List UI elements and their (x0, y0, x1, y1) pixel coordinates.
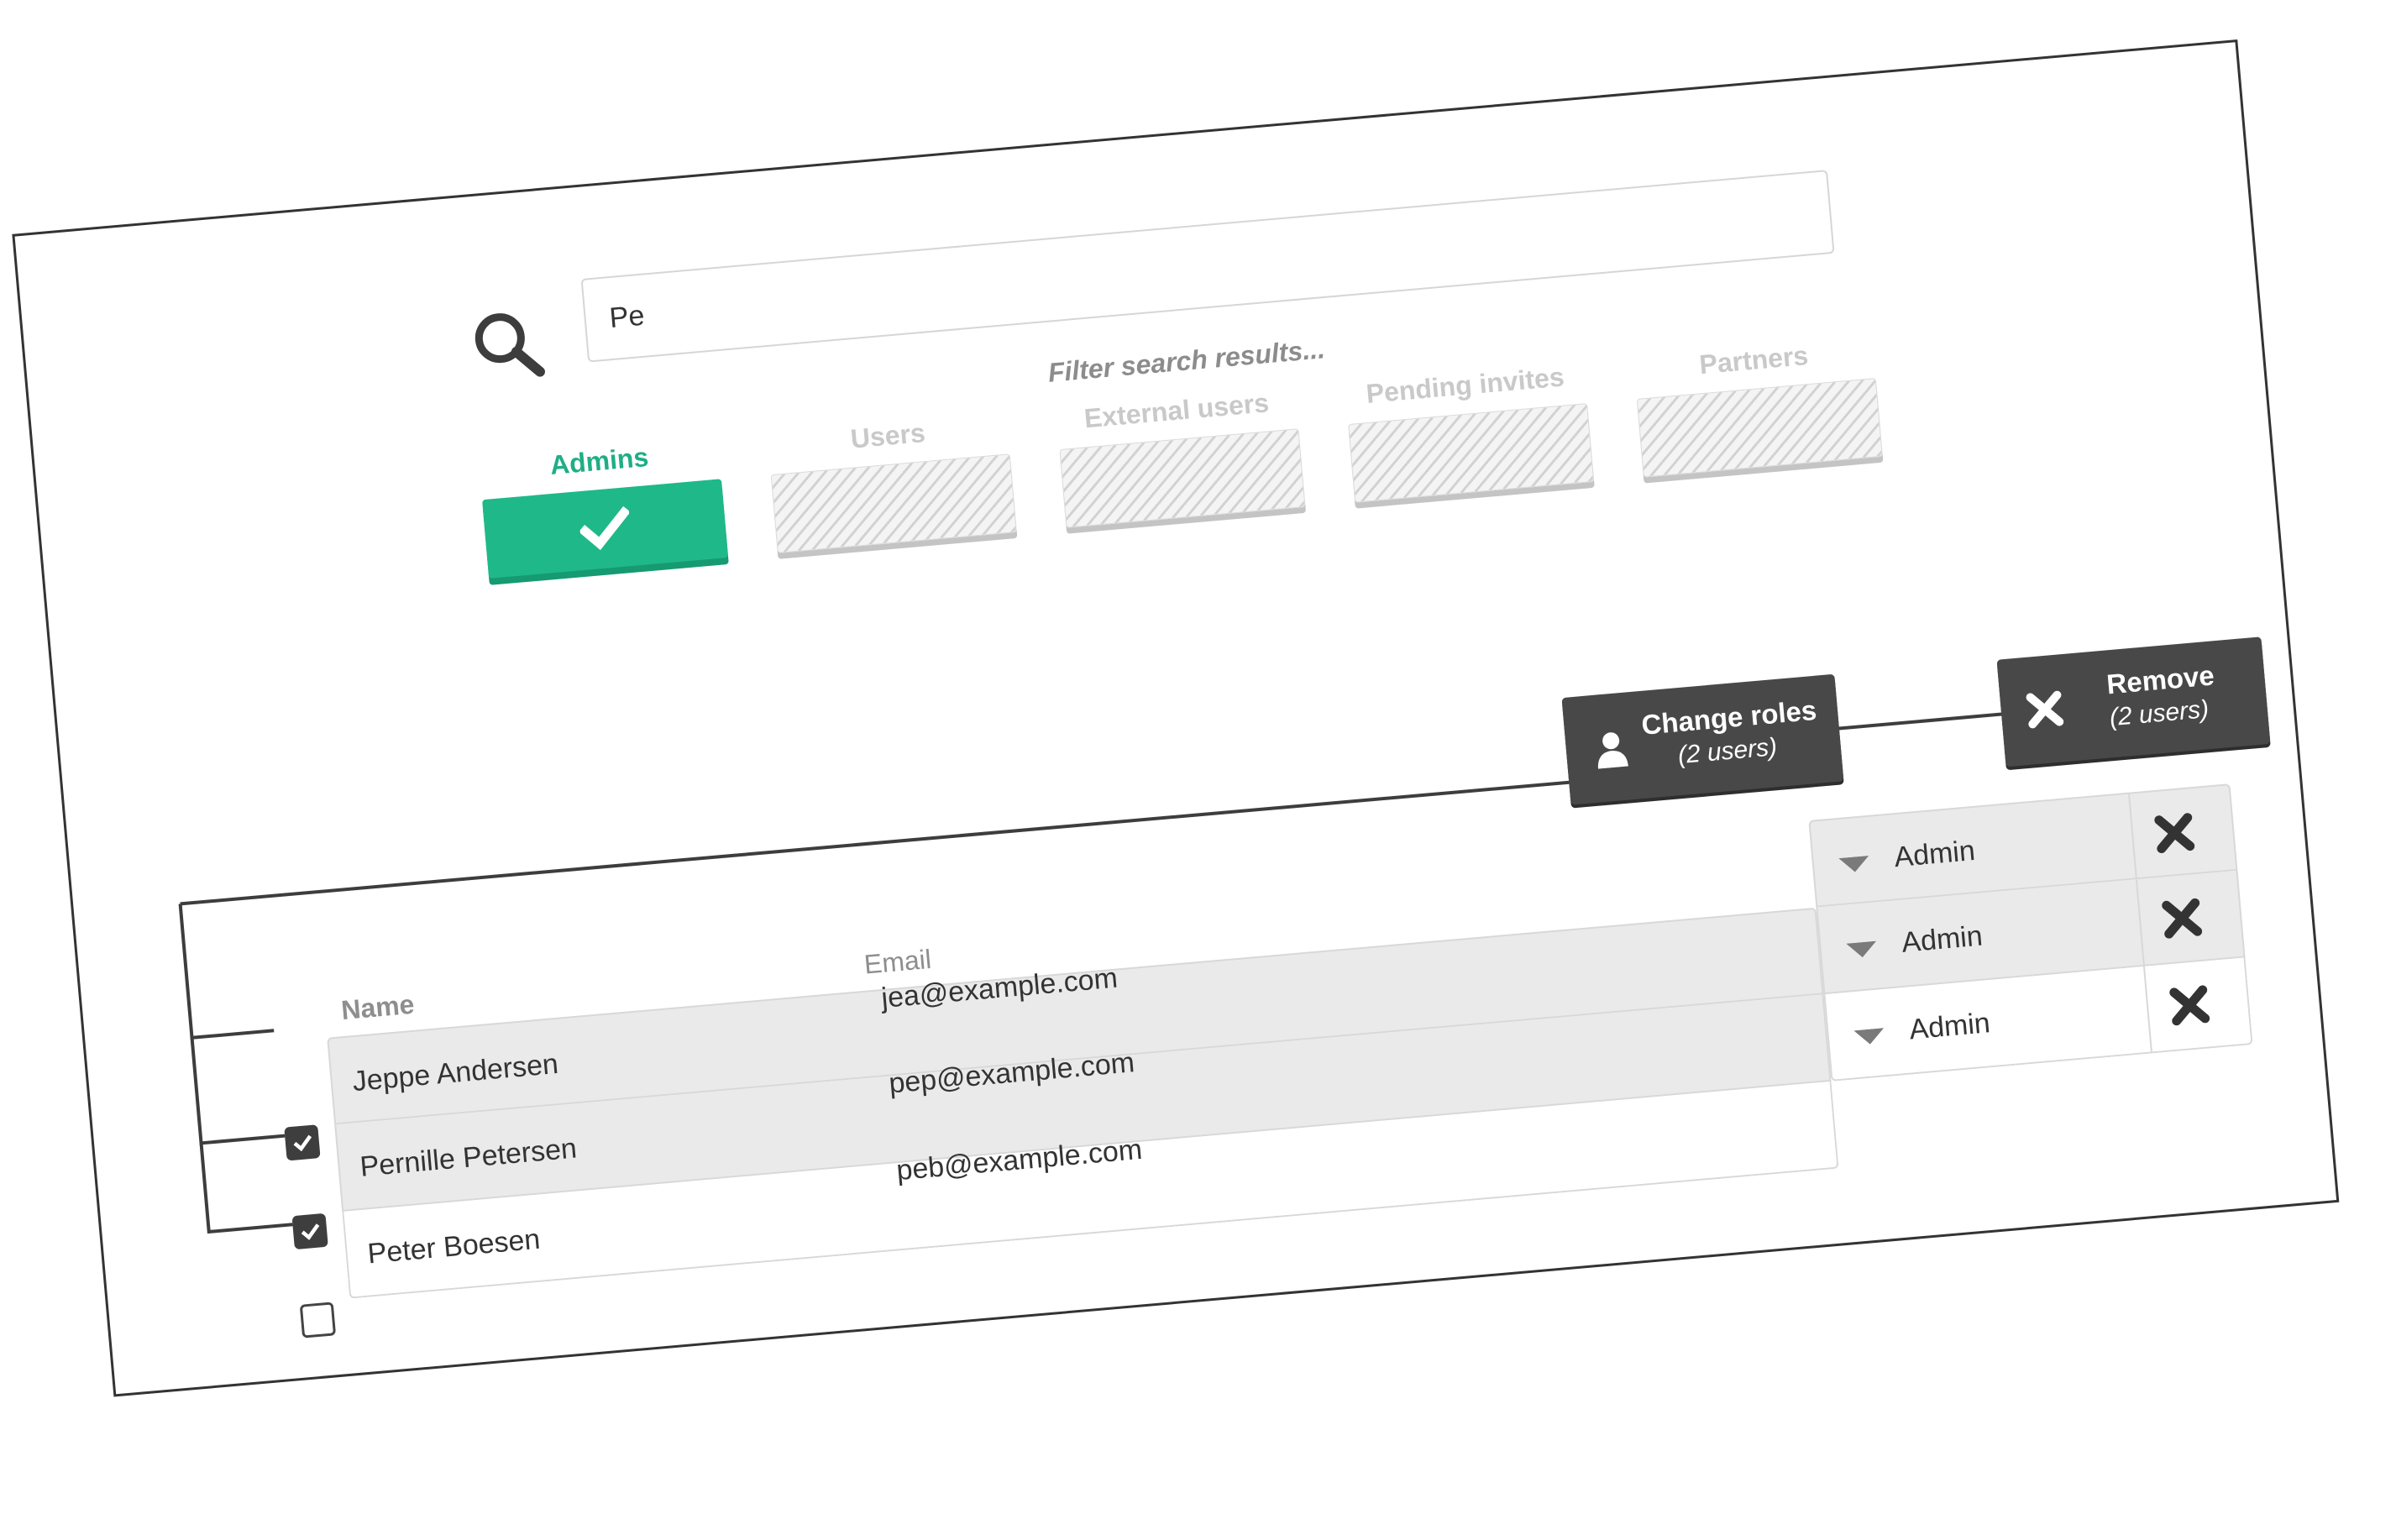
close-icon (2026, 690, 2064, 729)
role-value: Admin (1900, 919, 1984, 959)
remove-user-icon[interactable] (2159, 896, 2205, 941)
checkmark-icon (301, 1223, 320, 1240)
column-header-email[interactable]: Email (862, 944, 932, 981)
remove-user-icon[interactable] (2167, 982, 2212, 1028)
check-icon (579, 505, 631, 551)
row-checkbox[interactable] (284, 1124, 321, 1161)
search-icon (474, 313, 545, 377)
filter-pending-invites[interactable]: Pending invites (1345, 359, 1595, 503)
caret-down-icon (1846, 940, 1877, 958)
checkmark-icon (293, 1134, 312, 1152)
role-value: Admin (1892, 835, 1977, 874)
remove-user-icon[interactable] (2152, 810, 2197, 856)
user-name: Pernille Petersen (359, 1132, 579, 1183)
caret-down-icon (1838, 855, 1869, 872)
filter-partners[interactable]: Partners (1633, 334, 1883, 478)
filter-external-users[interactable]: External users (1056, 385, 1306, 528)
filter-users[interactable]: Users (767, 410, 1017, 553)
role-value: Admin (1907, 1007, 1992, 1046)
user-icon (1597, 732, 1628, 769)
user-name: Jeppe Andersen (351, 1047, 560, 1098)
filter-admins[interactable]: Admins (479, 436, 729, 579)
change-roles-title: Change roles (1640, 694, 1818, 741)
row-checkbox[interactable] (299, 1302, 337, 1338)
remove-title: Remove (2105, 659, 2216, 700)
roles-column: Admin Admin Admin (1808, 783, 2253, 1082)
remove-button[interactable]: Remove (2 users) (1996, 636, 2271, 767)
remove-count: (2 users) (2108, 695, 2210, 732)
row-checkbox[interactable] (291, 1213, 328, 1250)
caret-down-icon (1853, 1028, 1885, 1045)
user-name: Peter Boesen (366, 1223, 542, 1270)
stage: Filter search results... Admins Users Ex… (0, 0, 2396, 1540)
change-roles-count: (2 users) (1676, 733, 1779, 770)
column-header-name[interactable]: Name (340, 989, 416, 1026)
